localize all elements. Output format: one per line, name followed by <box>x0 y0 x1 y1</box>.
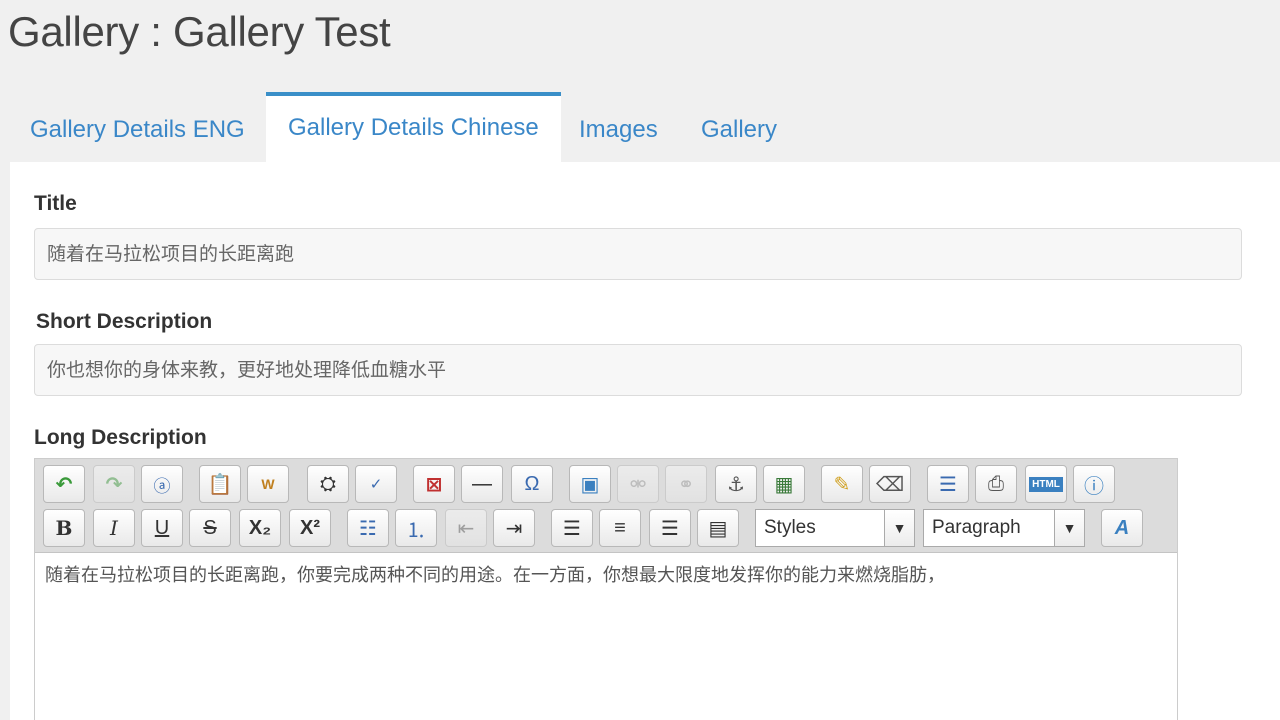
template-icon[interactable]: ☰ <box>927 465 969 503</box>
styles-select-value: Styles <box>764 517 816 538</box>
short-description-label: Short Description <box>36 310 213 333</box>
align-center-icon[interactable]: ≡ <box>599 509 641 547</box>
anchor-icon[interactable]: ⚓ <box>715 465 757 503</box>
horizontal-rule-icon[interactable]: — <box>461 465 503 503</box>
find-replace-icon[interactable]: ⛭ <box>307 465 349 503</box>
bold-icon[interactable]: B <box>43 509 85 547</box>
page-title: Gallery : Gallery Test <box>8 8 391 55</box>
justify-icon[interactable]: ▤ <box>697 509 739 547</box>
link-icon[interactable]: ⚭ <box>665 465 707 503</box>
print-icon[interactable]: ⎙ <box>975 465 1017 503</box>
title-field[interactable]: 随着在马拉松项目的长距离跑 <box>34 228 1242 280</box>
align-right-icon[interactable]: ☰ <box>649 509 691 547</box>
help-icon[interactable]: ⓘ <box>1073 465 1115 503</box>
align-left-icon[interactable]: ☰ <box>551 509 593 547</box>
tab-gallery[interactable]: Gallery <box>679 106 799 162</box>
undo-icon[interactable]: ↶ <box>43 465 85 503</box>
underline-icon[interactable]: U <box>141 509 183 547</box>
highlight-icon[interactable]: ✎ <box>821 465 863 503</box>
editor-toolbar: ↶ ↷ ⓐ 📋 W ⛭ ✓ ⊠ — Ω ▣ ⚮ ⚭ ⚓ ▦ ✎ ⌫ ☰ ⎙ HT… <box>35 459 1177 553</box>
bullet-list-icon[interactable]: ☷ <box>347 509 389 547</box>
title-label: Title <box>34 192 77 215</box>
eraser-icon[interactable]: ⌫ <box>869 465 911 503</box>
editor-content[interactable]: 随着在马拉松项目的长距离跑，你要完成两种不同的用途。在一方面，你想最大限度地发挥… <box>35 553 1177 595</box>
subscript-icon[interactable]: X₂ <box>239 509 281 547</box>
font-style-icon[interactable]: A <box>1101 509 1143 547</box>
tab-bar: Gallery Details ENG Gallery Details Chin… <box>8 92 1280 163</box>
numbered-list-icon[interactable]: ⒈ <box>395 509 437 547</box>
outdent-icon[interactable]: ⇤ <box>445 509 487 547</box>
unlink-icon[interactable]: ⚮ <box>617 465 659 503</box>
format-select-value: Paragraph <box>932 517 1021 538</box>
long-description-label: Long Description <box>34 426 207 449</box>
tab-images[interactable]: Images <box>557 106 680 162</box>
tab-gallery-details-chinese[interactable]: Gallery Details Chinese <box>266 92 561 163</box>
short-description-field[interactable]: 你也想你的身体来教，更好地处理降低血糖水平 <box>34 344 1242 396</box>
format-select[interactable]: Paragraph ▼ <box>923 509 1085 547</box>
indent-icon[interactable]: ⇥ <box>493 509 535 547</box>
chevron-down-icon: ▼ <box>1054 510 1084 546</box>
superscript-icon[interactable]: X² <box>289 509 331 547</box>
remove-format-icon[interactable]: ⊠ <box>413 465 455 503</box>
paste-word-icon[interactable]: W <box>247 465 289 503</box>
chevron-down-icon: ▼ <box>884 510 914 546</box>
spellcheck-icon[interactable]: ✓ <box>355 465 397 503</box>
tab-gallery-details-eng[interactable]: Gallery Details ENG <box>8 106 267 162</box>
styles-select[interactable]: Styles ▼ <box>755 509 915 547</box>
rich-text-editor: ↶ ↷ ⓐ 📋 W ⛭ ✓ ⊠ — Ω ▣ ⚮ ⚭ ⚓ ▦ ✎ ⌫ ☰ ⎙ HT… <box>34 458 1178 720</box>
image-icon[interactable]: ▣ <box>569 465 611 503</box>
paste-text-icon[interactable]: ⓐ <box>141 465 183 503</box>
html-source-icon[interactable]: HTML <box>1025 465 1067 503</box>
tab-panel: Title 随着在马拉松项目的长距离跑 Short Description 你也… <box>10 162 1280 720</box>
paste-icon[interactable]: 📋 <box>199 465 241 503</box>
italic-icon[interactable]: I <box>93 509 135 547</box>
strikethrough-icon[interactable]: S <box>189 509 231 547</box>
media-icon[interactable]: ▦ <box>763 465 805 503</box>
special-char-icon[interactable]: Ω <box>511 465 553 503</box>
redo-icon[interactable]: ↷ <box>93 465 135 503</box>
